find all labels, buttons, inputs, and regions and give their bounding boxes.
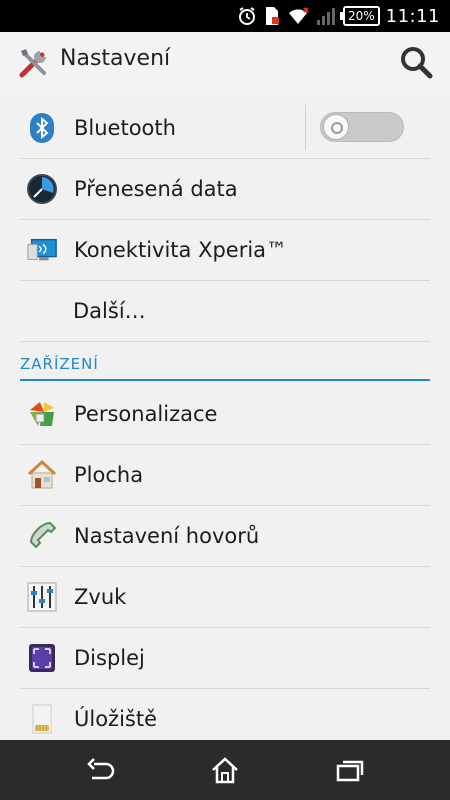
list-item-label: Zvuk bbox=[74, 584, 127, 609]
home-screen-icon bbox=[26, 459, 58, 491]
status-time: 11:11 bbox=[385, 5, 440, 27]
action-bar: Nastavení bbox=[0, 32, 450, 94]
page-title: Nastavení bbox=[60, 46, 171, 71]
display-icon bbox=[26, 642, 58, 674]
data-usage-icon bbox=[26, 173, 58, 205]
settings-list: Bluetooth Přenesená data Konektivita Xpe… bbox=[0, 94, 450, 740]
section-title: ZAŘÍZENÍ bbox=[20, 355, 99, 373]
list-item-data-usage[interactable]: Přenesená data bbox=[20, 158, 430, 220]
storage-icon bbox=[26, 703, 58, 735]
battery-icon: 20% bbox=[339, 6, 380, 26]
list-item-display[interactable]: Displej bbox=[20, 627, 430, 689]
list-item-more[interactable]: Další… bbox=[20, 280, 430, 342]
list-item-label: Nastavení hovorů bbox=[74, 523, 260, 548]
list-item-label: Displej bbox=[74, 645, 145, 670]
search-icon[interactable] bbox=[398, 44, 434, 80]
back-icon[interactable] bbox=[81, 752, 121, 788]
toggle-knob bbox=[323, 114, 349, 140]
list-item-call-settings[interactable]: Nastavení hovorů bbox=[20, 505, 430, 567]
call-settings-icon bbox=[26, 520, 58, 552]
list-item-label: Personalizace bbox=[74, 401, 218, 426]
list-item-label: Plocha bbox=[74, 462, 144, 487]
toggle-divider bbox=[305, 105, 306, 150]
signal-icon bbox=[316, 8, 335, 25]
list-item-xperia-connectivity[interactable]: Konektivita Xperia™ bbox=[20, 219, 430, 281]
status-bar: 20% 11:11 bbox=[0, 0, 450, 32]
battery-percent: 20% bbox=[347, 9, 375, 23]
list-item-label: Úložiště bbox=[74, 706, 158, 731]
sim-icon bbox=[265, 7, 279, 25]
list-item-label: Další… bbox=[73, 298, 146, 323]
xperia-connectivity-icon bbox=[26, 234, 58, 266]
bluetooth-toggle[interactable] bbox=[320, 112, 404, 142]
list-item-home-screen[interactable]: Plocha bbox=[20, 444, 430, 506]
personalization-icon bbox=[26, 398, 58, 430]
list-item-personalization[interactable]: Personalizace bbox=[20, 383, 430, 445]
wifi-icon bbox=[288, 7, 309, 24]
sound-icon bbox=[26, 581, 58, 613]
section-header-device: ZAŘÍZENÍ bbox=[20, 349, 430, 381]
list-item-label: Bluetooth bbox=[74, 115, 176, 140]
tools-icon[interactable] bbox=[16, 45, 52, 81]
list-item-label: Konektivita Xperia™ bbox=[74, 237, 288, 262]
recents-icon[interactable] bbox=[330, 752, 370, 788]
navigation-bar bbox=[0, 740, 450, 800]
home-icon[interactable] bbox=[205, 752, 245, 788]
alarm-icon bbox=[238, 7, 255, 25]
list-item-label: Přenesená data bbox=[74, 176, 238, 201]
list-item-sound[interactable]: Zvuk bbox=[20, 566, 430, 628]
list-item-storage[interactable]: Úložiště bbox=[20, 688, 430, 740]
list-item-bluetooth[interactable]: Bluetooth bbox=[20, 97, 430, 159]
bluetooth-icon bbox=[26, 112, 58, 144]
